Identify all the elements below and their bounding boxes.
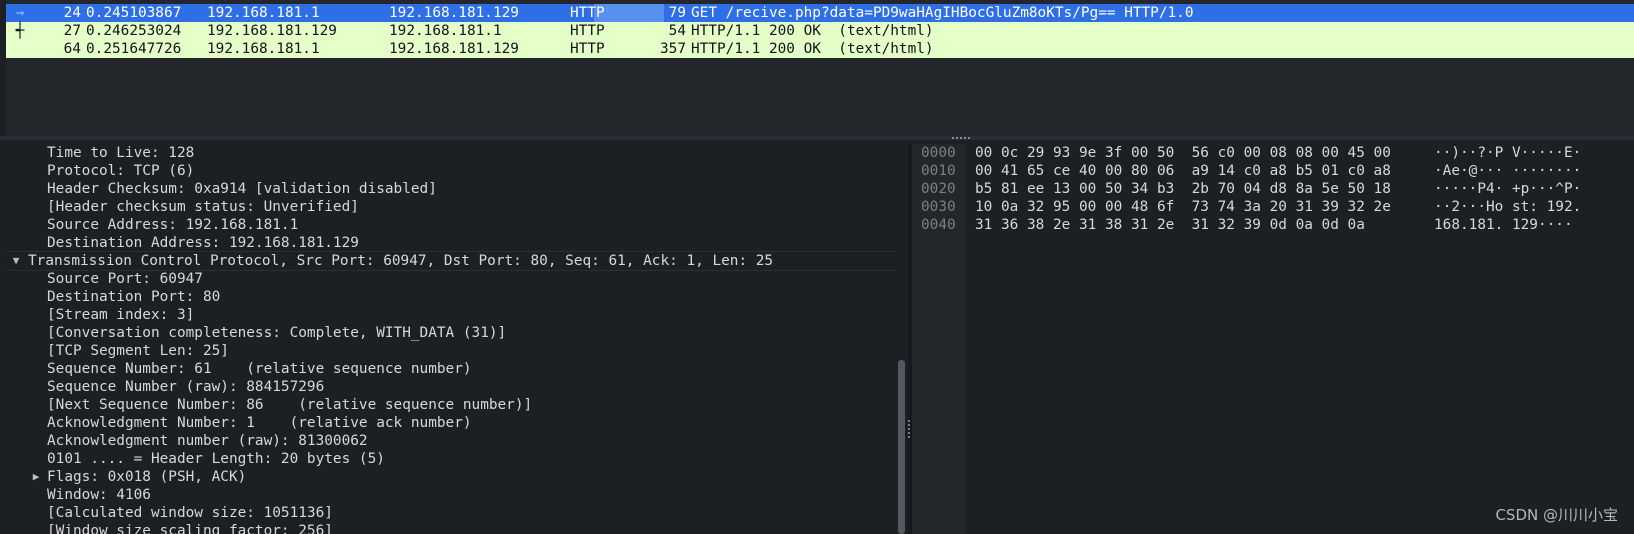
hex-offset: 0040	[921, 217, 956, 233]
packet-destination: 192.168.181.129	[389, 41, 519, 57]
tree-item[interactable]: [TCP Segment Len: 25]	[47, 342, 229, 360]
packet-row[interactable]: 64 0.251647726 192.168.181.1 192.168.181…	[6, 40, 1634, 58]
hex-bytes[interactable]: 31 36 38 2e 31 38 31 2e 31 32 39 0d 0a 0…	[975, 216, 1365, 234]
hex-bytes[interactable]: 10 0a 32 95 00 00 48 6f 73 74 3a 20 31 3…	[975, 198, 1391, 216]
tree-item[interactable]: 0101 .... = Header Length: 20 bytes (5)	[47, 450, 385, 468]
packet-source: 192.168.181.1	[207, 41, 320, 57]
watermark: CSDN @川川小宝	[1495, 506, 1618, 524]
hex-ascii[interactable]: 168.181. 129····	[1434, 216, 1573, 234]
packet-number: 27	[63, 23, 81, 39]
triangle-down-icon[interactable]: ▼	[10, 252, 22, 270]
pane-divider[interactable]	[0, 136, 1634, 140]
resize-grip-icon[interactable]	[952, 137, 970, 141]
packet-destination: 192.168.181.1	[389, 23, 502, 39]
details-scrollbar-thumb[interactable]	[898, 360, 905, 534]
packet-source: 192.168.181.1	[207, 5, 320, 21]
hex-bytes[interactable]: 00 0c 29 93 9e 3f 00 50 56 c0 00 08 08 0…	[975, 144, 1391, 162]
hex-offset: 0010	[921, 163, 956, 179]
packet-protocol: HTTP	[570, 41, 605, 57]
hex-offset: 0020	[921, 181, 956, 197]
tree-item[interactable]: Time to Live: 128	[47, 144, 194, 162]
tree-item[interactable]: Sequence Number: 61 (relative sequence n…	[47, 360, 472, 378]
packet-time: 0.251647726	[86, 41, 182, 57]
tree-item[interactable]: [Header checksum status: Unverified]	[47, 198, 359, 216]
tree-item[interactable]: Acknowledgment Number: 1 (relative ack n…	[47, 414, 472, 432]
hex-ascii[interactable]: ··2···Ho st: 192.	[1434, 198, 1581, 216]
packet-time: 0.245103867	[86, 5, 182, 21]
packet-info: HTTP/1.1 200 OK (text/html)	[691, 41, 934, 57]
triangle-right-icon[interactable]: ▶	[30, 468, 42, 486]
request-arrow-icon: →	[15, 5, 25, 21]
hex-ascii[interactable]: ·····P4· +p···^P·	[1434, 180, 1581, 198]
packet-info: HTTP/1.1 200 OK (text/html)	[691, 23, 934, 39]
tree-item[interactable]: Destination Port: 80	[47, 288, 220, 306]
tree-item-tcp-header[interactable]: Transmission Control Protocol, Src Port:…	[28, 252, 773, 270]
hex-ascii[interactable]: ·Ae·@··· ········	[1434, 162, 1581, 180]
hex-offset: 0030	[921, 199, 956, 215]
tree-item[interactable]: [Window size scaling factor: 256]	[47, 522, 333, 534]
packet-time: 0.246253024	[86, 23, 182, 39]
packet-row[interactable]: → 24 0.245103867 192.168.181.1 192.168.1…	[6, 4, 1634, 22]
packet-protocol: HTTP	[570, 23, 605, 39]
tree-item[interactable]: Source Port: 60947	[47, 270, 203, 288]
tree-item[interactable]: Destination Address: 192.168.181.129	[47, 234, 359, 252]
tree-item[interactable]: [Stream index: 3]	[47, 306, 194, 324]
packet-source: 192.168.181.129	[207, 23, 337, 39]
tree-item[interactable]: [Conversation completeness: Complete, WI…	[47, 324, 506, 342]
hex-ascii[interactable]: ··)··?·P V·····E·	[1434, 144, 1581, 162]
packet-protocol: HTTP	[570, 5, 605, 21]
hex-bytes[interactable]: 00 41 65 ce 40 00 80 06 a9 14 c0 a8 b5 0…	[975, 162, 1391, 180]
packet-destination: 192.168.181.129	[389, 5, 519, 21]
tree-item[interactable]: Acknowledgment number (raw): 81300062	[47, 432, 368, 450]
tree-item-flags[interactable]: Flags: 0x018 (PSH, ACK)	[47, 468, 246, 486]
hex-bytes[interactable]: b5 81 ee 13 00 50 34 b3 2b 70 04 d8 8a 5…	[975, 180, 1391, 198]
tree-item[interactable]: Header Checksum: 0xa914 [validation disa…	[47, 180, 437, 198]
tree-item[interactable]: Protocol: TCP (6)	[47, 162, 194, 180]
hex-offset: 0000	[921, 145, 956, 161]
packet-length: 54	[668, 23, 686, 39]
tree-item[interactable]: [Next Sequence Number: 86 (relative sequ…	[47, 396, 532, 414]
packet-details-tree[interactable]: Time to Live: 128 Protocol: TCP (6) Head…	[6, 144, 897, 534]
packet-number: 64	[63, 41, 81, 57]
response-arrow-icon: ┽	[15, 23, 25, 39]
packet-number: 24	[63, 5, 81, 21]
packet-row[interactable]: ┽ 27 0.246253024 192.168.181.129 192.168…	[6, 22, 1634, 40]
tree-item[interactable]: Source Address: 192.168.181.1	[47, 216, 298, 234]
packet-length: 357	[660, 41, 686, 57]
tree-item[interactable]: Sequence Number (raw): 884157296	[47, 378, 324, 396]
packet-length: 79	[668, 5, 686, 21]
packet-info: GET /recive.php?data=PD9waHAgIHBocGluZm8…	[691, 5, 1194, 21]
tree-item[interactable]: Window: 4106	[47, 486, 151, 504]
tree-item[interactable]: [Calculated window size: 1051136]	[47, 504, 333, 522]
packet-list[interactable]: → 24 0.245103867 192.168.181.1 192.168.1…	[0, 0, 1634, 140]
